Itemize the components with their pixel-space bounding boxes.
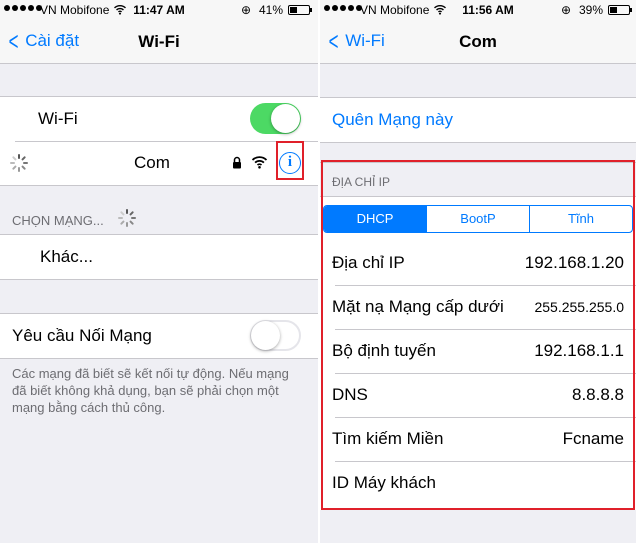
battery-icon <box>608 5 632 15</box>
battery-fill <box>290 7 297 13</box>
ask-to-join-toggle[interactable] <box>250 320 301 351</box>
wifi-toggle[interactable] <box>250 103 301 134</box>
other-network-row[interactable]: Khác... <box>0 235 318 279</box>
lock-icon <box>233 156 241 169</box>
orientation-lock-icon: ⊕ <box>561 3 572 17</box>
forget-network-row[interactable]: Quên Mạng này <box>320 98 636 142</box>
wifi-toggle-row: Wi-Fi <box>0 97 318 141</box>
loading-spinner-icon <box>10 154 28 172</box>
battery-fill <box>610 7 617 13</box>
page-title: Wi-Fi <box>138 32 180 51</box>
forget-network-group: Quên Mạng này <box>320 97 636 143</box>
navigation-bar: < Wi-Fi Com <box>320 20 636 64</box>
other-network-label: Khác... <box>40 247 93 266</box>
info-highlight-box <box>276 141 304 180</box>
network-name: Com <box>134 153 170 172</box>
loading-spinner-icon <box>118 209 136 227</box>
navigation-bar: < Cài đặt Wi-Fi <box>0 20 318 64</box>
battery-percent: 39% <box>579 3 604 17</box>
ask-to-join-group: Yêu cầu Nối Mạng <box>0 313 318 359</box>
status-bar: VN Mobifone 11:56 AM ⊕ 39% <box>320 0 636 20</box>
ip-section-highlight-box <box>321 160 635 510</box>
orientation-lock-icon: ⊕ <box>241 3 252 17</box>
ask-to-join-label: Yêu cầu Nối Mạng <box>12 326 152 345</box>
battery-icon <box>288 5 312 15</box>
other-network-group: Khác... <box>0 234 318 280</box>
network-details-screen: VN Mobifone 11:56 AM ⊕ 39% < Wi-Fi Com Q… <box>320 0 636 543</box>
battery-percent: 41% <box>259 3 284 17</box>
choose-network-header: CHỌN MẠNG... <box>12 213 104 228</box>
ask-to-join-footer: Các mạng đã biết sẽ kết nối tự động. Nếu… <box>12 366 289 415</box>
wifi-settings-screen: VN Mobifone 11:47 AM ⊕ 41% < Cài đặt Wi-… <box>0 0 318 543</box>
wifi-row-label: Wi-Fi <box>38 109 78 128</box>
wifi-group: Wi-Fi Com i <box>0 96 318 186</box>
connected-network-row[interactable]: Com i <box>0 141 318 185</box>
forget-network-button[interactable]: Quên Mạng này <box>332 110 453 130</box>
page-title: Com <box>459 32 497 51</box>
wifi-signal-icon <box>251 156 268 169</box>
ask-to-join-row: Yêu cầu Nối Mạng <box>0 314 318 358</box>
status-bar: VN Mobifone 11:47 AM ⊕ 41% <box>0 0 318 20</box>
